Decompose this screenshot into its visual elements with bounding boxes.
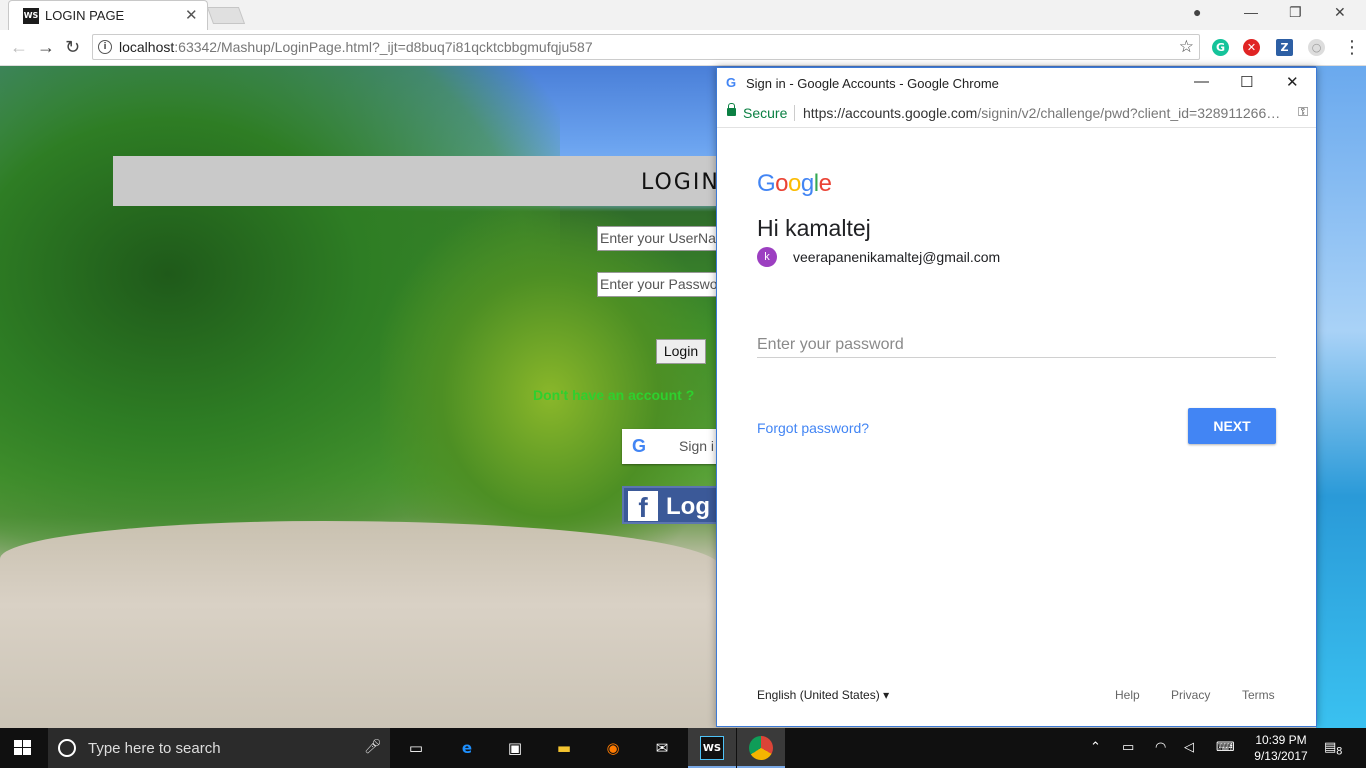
terms-link[interactable]: Terms — [1242, 688, 1275, 702]
store-icon[interactable]: ▣ — [503, 736, 527, 760]
firefox-icon[interactable]: ◉ — [601, 736, 625, 760]
keyboard-icon[interactable]: ⌨ — [1216, 739, 1235, 755]
back-icon[interactable]: ← — [10, 37, 28, 58]
facebook-icon: f — [628, 491, 658, 523]
grammarly-icon[interactable]: G — [1212, 39, 1229, 56]
taskbar: Type here to search 🎤︎ ▭ e ▣ ▬ ◉ ✉ WS ⌃ … — [0, 728, 1366, 768]
caret-down-icon: ▾ — [883, 688, 890, 702]
google-signin-popup: G Sign in - Google Accounts - Google Chr… — [716, 67, 1317, 727]
popup-maximize-icon[interactable]: ☐ — [1240, 73, 1253, 91]
chrome-taskbar-button[interactable] — [737, 728, 785, 768]
tray-chevron-icon[interactable]: ⌃ — [1090, 739, 1101, 755]
popup-url: https://accounts.google.com/signin/v2/ch… — [803, 105, 1281, 121]
close-icon[interactable]: ✕ — [185, 6, 198, 24]
secure-label: Secure — [743, 105, 788, 121]
google-signin-button[interactable]: G Sign i — [622, 429, 722, 464]
address-bar[interactable]: i localhost:63342/Mashup/LoginPage.html?… — [92, 34, 1200, 60]
google-signin-label: Sign i — [679, 438, 715, 454]
google-icon: G — [632, 436, 647, 456]
key-icon[interactable]: ⚿ — [1298, 104, 1308, 120]
webstorm-icon: WS — [23, 8, 39, 24]
clock[interactable]: 10:39 PM 9/13/2017 — [1250, 732, 1312, 764]
account-email[interactable]: veerapanenikamaltej@gmail.com — [793, 249, 1000, 265]
privacy-link[interactable]: Privacy — [1171, 688, 1210, 702]
task-view-icon[interactable]: ▭ — [404, 736, 428, 760]
facebook-login-label: Log — [666, 493, 710, 520]
file-explorer-icon[interactable]: ▬ — [552, 736, 576, 760]
google-favicon-icon: G — [726, 75, 737, 90]
tab-title: LOGIN PAGE — [45, 8, 125, 23]
mail-icon[interactable]: ✉ — [650, 736, 674, 760]
close-window-icon[interactable]: ✕ — [1334, 4, 1346, 21]
avatar: k — [757, 247, 777, 267]
google-logo: Google — [757, 170, 832, 197]
password-input[interactable]: Enter your Passwo — [597, 272, 727, 297]
windows-start-icon[interactable] — [14, 740, 32, 756]
forward-icon[interactable]: → — [37, 37, 55, 58]
clock-date: 9/13/2017 — [1254, 749, 1308, 763]
lock-icon — [727, 103, 736, 116]
clock-time: 10:39 PM — [1255, 733, 1307, 747]
adblock-icon[interactable]: ✕ — [1243, 39, 1260, 56]
sea-background — [1316, 66, 1366, 728]
battery-icon[interactable]: ▭ — [1122, 739, 1134, 755]
next-button[interactable]: NEXT — [1188, 408, 1276, 444]
popup-close-icon[interactable]: ✕ — [1286, 73, 1299, 91]
popup-minimize-icon[interactable]: — — [1194, 73, 1209, 90]
bookmark-star-icon[interactable]: ☆ — [1179, 37, 1194, 57]
desktop: WS LOGIN PAGE ✕ ● — ❐ ✕ ← → ↻ i localhos… — [0, 0, 1366, 768]
sand-path — [0, 521, 720, 728]
language-selector[interactable]: English (United States) ▾ — [757, 688, 889, 702]
restore-icon[interactable]: ❐ — [1289, 4, 1302, 21]
address-url: localhost:63342/Mashup/LoginPage.html?_i… — [119, 39, 593, 55]
wifi-icon[interactable]: ◠ — [1155, 739, 1166, 755]
popup-address-bar[interactable]: Secure https://accounts.google.com/signi… — [717, 98, 1316, 128]
notification-count: 8 — [1336, 745, 1343, 758]
browser-tabstrip: WS LOGIN PAGE ✕ ● — ❐ ✕ — [0, 0, 1366, 30]
login-banner: LOGIN D — [113, 156, 746, 206]
browser-toolbar: ← → ↻ i localhost:63342/Mashup/LoginPage… — [0, 30, 1366, 66]
new-tab-button[interactable] — [206, 7, 246, 24]
no-account-text: Don't have an account ? — [533, 387, 695, 403]
cortana-icon — [58, 739, 76, 757]
volume-icon[interactable]: ◁ — [1184, 739, 1194, 755]
login-button[interactable]: Login — [656, 339, 706, 364]
notifications-icon[interactable]: ▤8 — [1324, 739, 1342, 758]
help-link[interactable]: Help — [1115, 688, 1140, 702]
forgot-password-link[interactable]: Forgot password? — [757, 420, 869, 436]
taskbar-search-placeholder: Type here to search — [88, 740, 221, 757]
taskbar-search[interactable]: Type here to search 🎤︎ — [48, 728, 390, 768]
edge-icon[interactable]: e — [455, 736, 479, 760]
greeting: Hi kamaltej — [757, 215, 871, 241]
profile-icon[interactable]: ● — [1193, 4, 1201, 20]
zotero-icon[interactable]: Z — [1276, 39, 1293, 56]
password-field[interactable] — [757, 332, 1276, 358]
menu-icon[interactable]: ⋮ — [1343, 37, 1361, 58]
reload-icon[interactable]: ↻ — [65, 37, 80, 58]
tab-login-page[interactable]: WS LOGIN PAGE ✕ — [8, 0, 208, 30]
facebook-login-button[interactable]: f Log — [622, 486, 722, 524]
language-label: English (United States) — [757, 688, 880, 702]
address-divider — [794, 105, 795, 121]
popup-title: Sign in - Google Accounts - Google Chrom… — [746, 76, 999, 91]
minimize-icon[interactable]: — — [1244, 4, 1258, 20]
extension-icon[interactable]: ○ — [1308, 39, 1325, 56]
info-icon[interactable]: i — [98, 40, 112, 54]
microphone-icon[interactable]: 🎤︎ — [364, 738, 382, 755]
chrome-icon — [749, 736, 773, 760]
webstorm-icon: WS — [700, 736, 724, 760]
webstorm-taskbar-button[interactable]: WS — [688, 728, 736, 768]
popup-titlebar: G Sign in - Google Accounts - Google Chr… — [717, 68, 1316, 98]
username-input[interactable]: Enter your UserNar — [597, 226, 727, 251]
